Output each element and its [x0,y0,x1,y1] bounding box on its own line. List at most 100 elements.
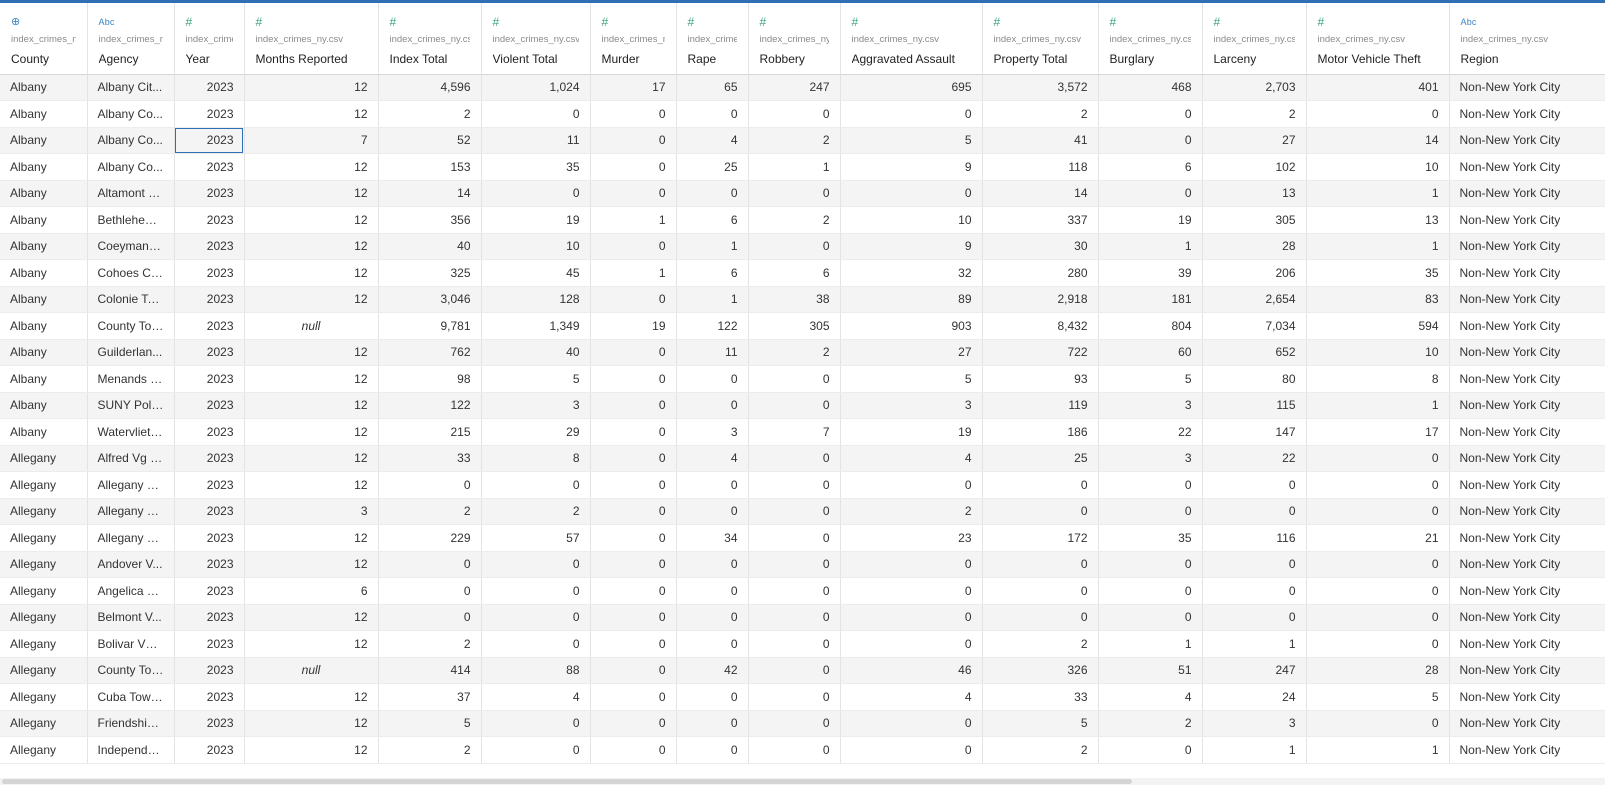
cell-index_total[interactable]: 40 [378,233,482,260]
column-header-mvt[interactable]: # index_crimes_ny.csv Motor Vehicle Theft [1306,3,1450,75]
cell-mvt[interactable]: 401 [1306,74,1450,101]
cell-county[interactable]: Allegany [0,710,88,737]
cell-region[interactable]: Non-New York City [1449,100,1605,128]
cell-rape[interactable]: 0 [676,736,749,764]
cell-murder[interactable]: 0 [590,153,677,181]
cell-mvt[interactable]: 594 [1306,312,1450,340]
cell-months[interactable]: 12 [244,445,379,472]
cell-months[interactable]: 12 [244,259,379,287]
cell-agg_assault[interactable]: 0 [840,736,983,764]
cell-rape[interactable]: 0 [676,498,749,525]
table-row[interactable]: Allegany Cuba Town... 2023 12 37 4 0 0 0 4 33 4 24 5 N… [0,683,1605,711]
table-row[interactable]: Albany Albany Co... 2023 12 153 35 0 25 1 9 118 6 10… [0,153,1605,181]
cell-murder[interactable]: 0 [590,657,677,684]
cell-region[interactable]: Non-New York City [1449,286,1605,313]
cell-agg_assault[interactable]: 0 [840,577,983,605]
cell-murder[interactable]: 0 [590,604,677,631]
cell-mvt[interactable]: 0 [1306,498,1450,525]
cell-property_total[interactable]: 0 [982,498,1099,525]
cell-agg_assault[interactable]: 4 [840,445,983,472]
cell-index_total[interactable]: 229 [378,524,482,552]
cell-robbery[interactable]: 0 [748,100,841,128]
cell-county[interactable]: Albany [0,206,88,234]
cell-rape[interactable]: 4 [676,445,749,472]
cell-year[interactable]: 2023 [174,630,245,658]
cell-region[interactable]: Non-New York City [1449,657,1605,684]
cell-mvt[interactable]: 14 [1306,127,1450,154]
cell-year[interactable]: 2023 [174,259,245,287]
cell-index_total[interactable]: 325 [378,259,482,287]
cell-robbery[interactable]: 0 [748,551,841,578]
cell-year[interactable]: 2023 [174,551,245,578]
cell-burglary[interactable]: 60 [1098,339,1203,366]
table-row[interactable]: Allegany Allegany C... 2023 12 229 57 0 34 0 23 17… [0,524,1605,552]
cell-year[interactable]: 2023 [174,392,245,419]
cell-county[interactable]: Allegany [0,683,88,711]
cell-property_total[interactable]: 2 [982,736,1099,764]
cell-agg_assault[interactable]: 46 [840,657,983,684]
cell-agg_assault[interactable]: 23 [840,524,983,552]
cell-rape[interactable]: 6 [676,259,749,287]
cell-months[interactable]: 12 [244,471,379,499]
cell-violent_total[interactable]: 1,349 [481,312,591,340]
cell-months[interactable]: null [244,312,379,340]
cell-mvt[interactable]: 0 [1306,445,1450,472]
cell-murder[interactable]: 0 [590,471,677,499]
table-row[interactable]: Albany Watervliet ... 2023 12 215 29 0 3 7 19 186 2… [0,418,1605,446]
cell-robbery[interactable]: 0 [748,471,841,499]
cell-robbery[interactable]: 2 [748,127,841,154]
cell-county[interactable]: Allegany [0,657,88,684]
cell-index_total[interactable]: 0 [378,604,482,631]
cell-year[interactable]: 2023 [174,312,245,340]
cell-index_total[interactable]: 356 [378,206,482,234]
cell-violent_total[interactable]: 0 [481,630,591,658]
cell-murder[interactable]: 0 [590,418,677,446]
cell-agg_assault[interactable]: 5 [840,127,983,154]
cell-property_total[interactable]: 0 [982,577,1099,605]
cell-year[interactable]: 2023 [174,100,245,128]
cell-year[interactable]: 2023 [174,233,245,260]
cell-county[interactable]: Allegany [0,630,88,658]
cell-burglary[interactable]: 804 [1098,312,1203,340]
cell-murder[interactable]: 0 [590,683,677,711]
cell-larceny[interactable]: 0 [1202,577,1307,605]
cell-larceny[interactable]: 102 [1202,153,1307,181]
cell-agency[interactable]: Allegany C... [87,498,175,525]
cell-agency[interactable]: Guilderlan... [87,339,175,366]
cell-agency[interactable]: SUNY Polic... [87,392,175,419]
cell-property_total[interactable]: 172 [982,524,1099,552]
cell-months[interactable]: 12 [244,736,379,764]
cell-violent_total[interactable]: 0 [481,551,591,578]
cell-months[interactable]: 12 [244,710,379,737]
cell-year[interactable]: 2023 [174,445,245,472]
cell-burglary[interactable]: 0 [1098,736,1203,764]
cell-murder[interactable]: 0 [590,736,677,764]
cell-agency[interactable]: Independe... [87,736,175,764]
horizontal-scrollbar[interactable] [0,778,1605,785]
cell-mvt[interactable]: 0 [1306,710,1450,737]
cell-county[interactable]: Allegany [0,498,88,525]
cell-burglary[interactable]: 3 [1098,392,1203,419]
cell-agency[interactable]: Cuba Town... [87,683,175,711]
cell-robbery[interactable]: 0 [748,683,841,711]
cell-index_total[interactable]: 52 [378,127,482,154]
cell-months[interactable]: 12 [244,153,379,181]
cell-months[interactable]: 12 [244,180,379,207]
table-row[interactable]: Allegany Bolivar Vg ... 2023 12 2 0 0 0 0 0 2 1 1 0 No… [0,630,1605,658]
cell-agg_assault[interactable]: 10 [840,206,983,234]
cell-violent_total[interactable]: 88 [481,657,591,684]
cell-agency[interactable]: Watervliet ... [87,418,175,446]
cell-robbery[interactable]: 0 [748,657,841,684]
cell-year[interactable]: 2023 [174,418,245,446]
cell-agency[interactable]: Belmont V... [87,604,175,631]
cell-region[interactable]: Non-New York City [1449,524,1605,552]
cell-violent_total[interactable]: 0 [481,710,591,737]
table-row[interactable]: Albany Altamont V... 2023 12 14 0 0 0 0 0 14 0 13 1 No… [0,180,1605,207]
cell-region[interactable]: Non-New York City [1449,180,1605,207]
column-header-county[interactable]: ⊕ index_crimes_ny.csv County [0,3,88,75]
cell-burglary[interactable]: 6 [1098,153,1203,181]
cell-county[interactable]: Allegany [0,524,88,552]
cell-burglary[interactable]: 19 [1098,206,1203,234]
table-row[interactable]: Allegany Alfred Vg PD 2023 12 33 8 0 4 0 4 25 3 22 0 N… [0,445,1605,472]
cell-rape[interactable]: 0 [676,604,749,631]
